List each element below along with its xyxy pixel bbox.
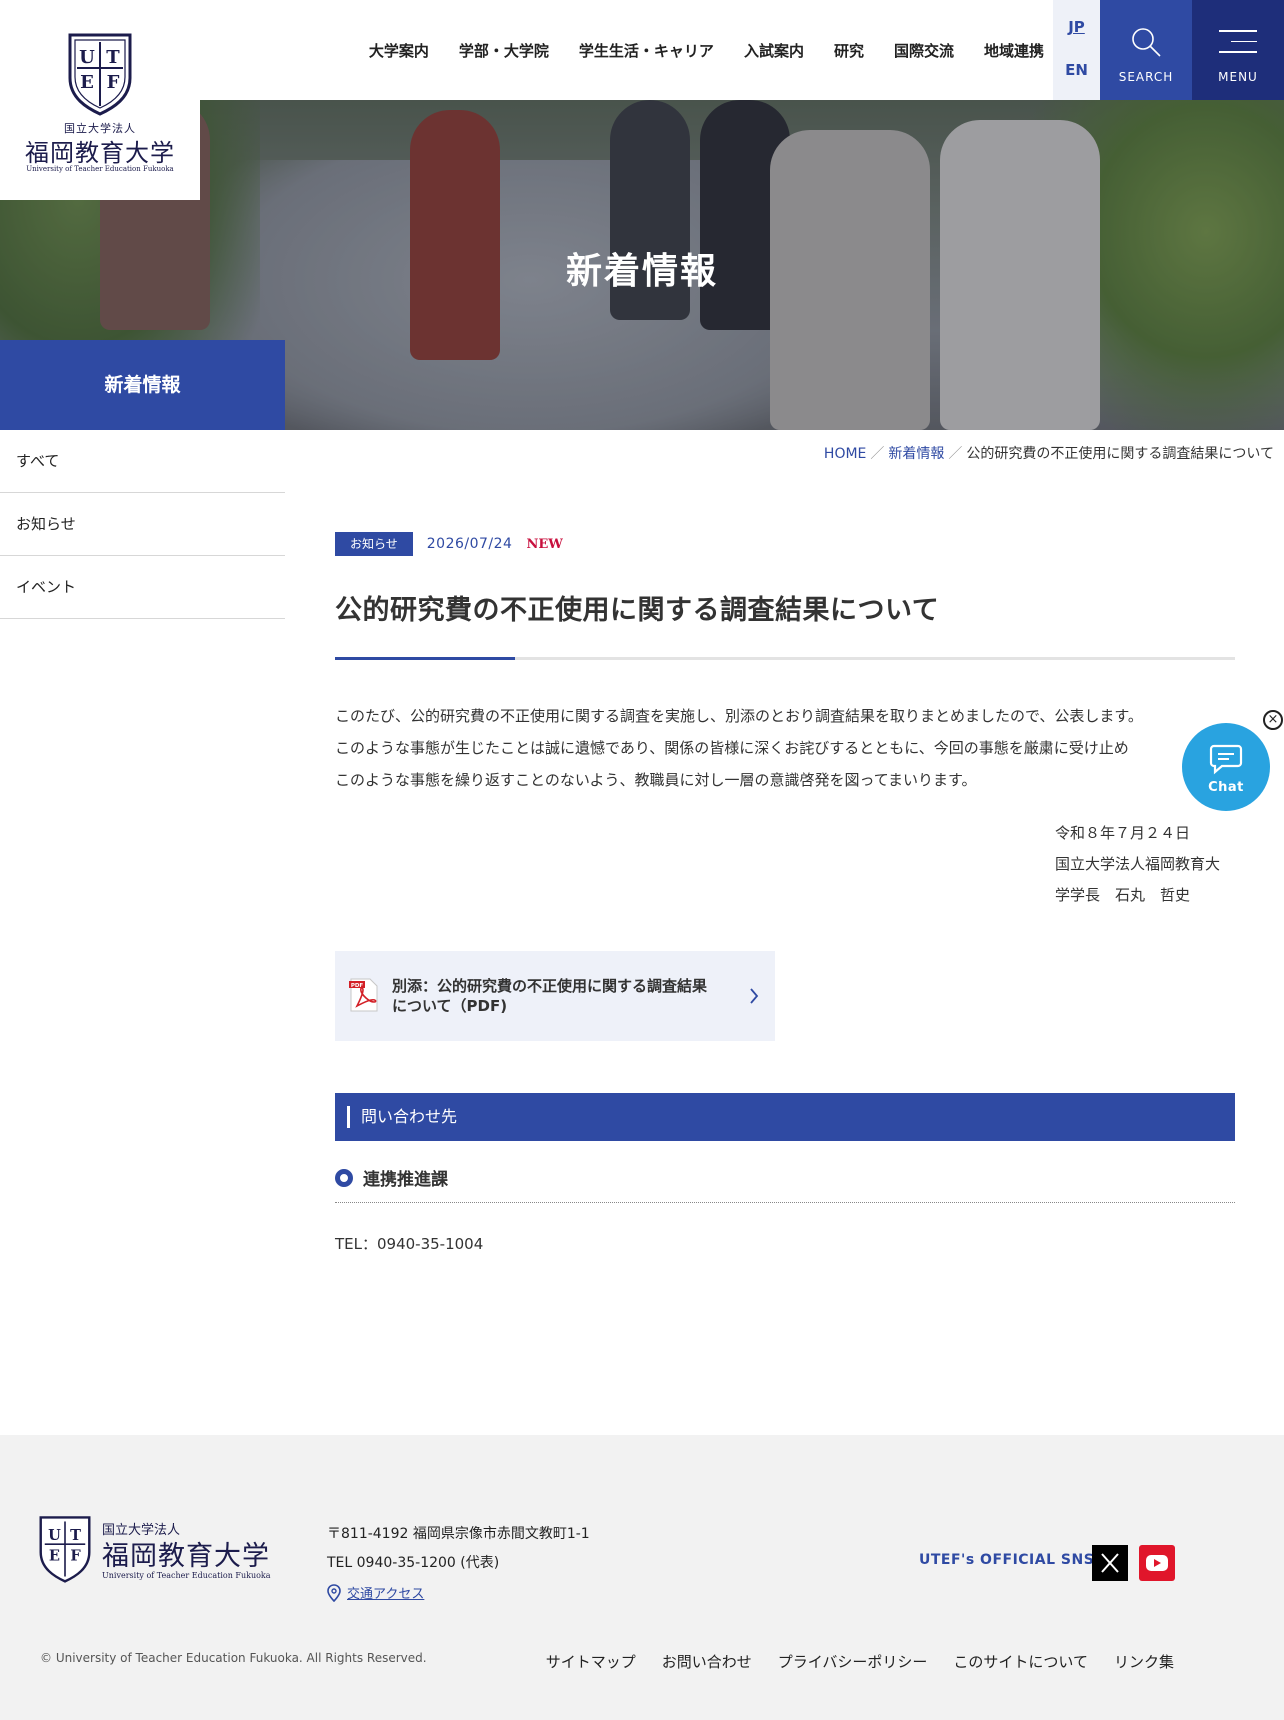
nav-admissions[interactable]: 入試案内 xyxy=(744,40,804,61)
search-button[interactable]: SEARCH xyxy=(1100,0,1192,100)
svg-text:U: U xyxy=(48,1527,61,1544)
svg-text:E: E xyxy=(49,1547,60,1564)
nav-community[interactable]: 地域連携 xyxy=(984,40,1044,61)
nav-about[interactable]: 大学案内 xyxy=(369,40,429,61)
article-title: 公的研究費の不正使用に関する調査結果について xyxy=(335,595,940,626)
access-link[interactable]: 交通アクセス xyxy=(327,1583,424,1602)
x-twitter-link[interactable] xyxy=(1092,1545,1128,1581)
department-name: 連携推進課 xyxy=(363,1170,448,1190)
footer-postal-address: 〒811-4192 福岡県宗像市赤間文教町1-1 xyxy=(327,1526,590,1542)
contact-heading: 問い合わせ先 xyxy=(335,1093,1235,1141)
category-badge[interactable]: お知らせ xyxy=(335,532,413,556)
chat-close-button[interactable]: × xyxy=(1263,710,1283,730)
footer-logo-english-name: University of Teacher Education Fukuoka xyxy=(102,1571,271,1580)
breadcrumb: HOME ／新着情報／公的研究費の不正使用に関する調査結果について xyxy=(824,443,1274,463)
chevron-right-icon xyxy=(750,988,759,1004)
svg-text:F: F xyxy=(107,72,120,93)
map-pin-icon xyxy=(327,1583,341,1602)
university-crest-icon: U T E F xyxy=(39,1516,91,1583)
chat-label: Chat xyxy=(1208,780,1244,795)
chat-bubble-icon xyxy=(1209,744,1243,775)
svg-text:E: E xyxy=(80,72,94,93)
svg-text:T: T xyxy=(70,1527,81,1544)
nav-research[interactable]: 研究 xyxy=(834,40,864,61)
footer-link-contact[interactable]: お問い合わせ xyxy=(662,1651,752,1672)
menu-label: MENU xyxy=(1218,70,1258,84)
footer-link-links[interactable]: リンク集 xyxy=(1114,1651,1174,1672)
pdf-label-line: について（PDF) xyxy=(392,997,508,1015)
logo-name: 福岡教育大学 xyxy=(25,139,175,167)
svg-text:U: U xyxy=(79,47,95,68)
footer-link-privacy[interactable]: プライバシーポリシー xyxy=(778,1651,928,1672)
hamburger-icon xyxy=(1219,30,1257,62)
contact-department: 連携推進課 xyxy=(335,1163,1235,1203)
new-badge: NEW xyxy=(526,536,563,552)
pdf-icon: PDF xyxy=(349,978,378,1012)
youtube-logo-icon xyxy=(1146,1555,1168,1571)
nav-faculties[interactable]: 学部・大学院 xyxy=(459,40,549,61)
university-crest-icon: U T E F xyxy=(68,33,132,116)
lang-jp-link[interactable]: JP xyxy=(1053,18,1100,36)
signature-date: 令和８年７月２４日 xyxy=(1055,824,1191,842)
access-link-label: 交通アクセス xyxy=(347,1587,425,1602)
sidebar-item-all[interactable]: すべて xyxy=(0,430,285,493)
breadcrumb-separator: ／ xyxy=(870,446,885,462)
language-switcher: JP EN xyxy=(1053,0,1100,100)
search-label: SEARCH xyxy=(1118,70,1174,84)
nav-international[interactable]: 国際交流 xyxy=(894,40,954,61)
page-title: 新着情報 xyxy=(565,251,718,292)
contact-tel: TEL：0940-35-1004 xyxy=(335,1235,484,1253)
signature-name: 学学長 石丸 哲史 xyxy=(1055,886,1191,904)
svg-text:F: F xyxy=(70,1547,81,1564)
sidebar-nav: すべて お知らせ イベント xyxy=(0,430,285,619)
site-footer: U T E F 国立大学法人 福岡教育大学 University of Teac… xyxy=(0,1435,1284,1720)
menu-button[interactable]: MENU xyxy=(1192,0,1284,100)
breadcrumb-news[interactable]: 新着情報 xyxy=(888,446,944,462)
footer-links: サイトマップ お問い合わせ プライバシーポリシー このサイトについて リンク集 xyxy=(546,1651,1174,1672)
circle-bullet-icon xyxy=(335,1168,353,1187)
article-paragraph: このような事態を繰り返すことのないよう、教職員に対し一層の意識啓発を図ってまいり… xyxy=(335,771,977,789)
article-meta: お知らせ 2026/07/24 NEW xyxy=(335,530,1235,558)
sidebar-item-notices[interactable]: お知らせ xyxy=(0,493,285,556)
svg-text:T: T xyxy=(106,47,120,68)
pdf-attachment-link[interactable]: PDF 別添：公的研究費の不正使用に関する調査結果 について（PDF) xyxy=(335,951,775,1041)
signature-org: 国立大学法人福岡教育大 xyxy=(1055,855,1221,873)
article-date: 2026/07/24 xyxy=(426,536,513,552)
search-icon xyxy=(1132,28,1161,57)
signature-block: 令和８年７月２４日 国立大学法人福岡教育大 学学長 石丸 哲史 xyxy=(1055,818,1235,911)
footer-link-about-site[interactable]: このサイトについて xyxy=(953,1651,1088,1672)
youtube-link[interactable] xyxy=(1139,1545,1175,1581)
sns-label: UTEF's OFFICIAL SNS xyxy=(919,1552,1095,1568)
site-header: U T E F 国立大学法人 福岡教育大学 University of Teac… xyxy=(0,0,1284,200)
global-nav: 大学案内 学部・大学院 学生生活・キャリア 入試案内 研究 国際交流 地域連携 xyxy=(369,0,1044,100)
x-logo-icon xyxy=(1101,1553,1119,1573)
sidebar-item-events[interactable]: イベント xyxy=(0,556,285,619)
title-divider xyxy=(335,657,1235,660)
site-logo[interactable]: U T E F 国立大学法人 福岡教育大学 University of Teac… xyxy=(0,0,200,200)
footer-logo-name: 福岡教育大学 xyxy=(102,1541,270,1572)
lang-en-link[interactable]: EN xyxy=(1053,61,1100,79)
chat-button[interactable]: Chat xyxy=(1182,723,1270,811)
footer-tel: TEL 0940-35-1200 (代表) xyxy=(327,1555,500,1571)
nav-student-life[interactable]: 学生生活・キャリア xyxy=(579,40,714,61)
breadcrumb-home[interactable]: HOME xyxy=(824,446,866,462)
breadcrumb-current: 公的研究費の不正使用に関する調査結果について xyxy=(966,446,1274,462)
article-paragraph: このたび、公的研究費の不正使用に関する調査を実施し、別添のとおり調査結果を取りま… xyxy=(335,707,1143,725)
article: お知らせ 2026/07/24 NEW 公的研究費の不正使用に関する調査結果につ… xyxy=(335,530,1235,1254)
footer-address: 〒811-4192 福岡県宗像市赤間文教町1-1 TEL 0940-35-120… xyxy=(327,1520,590,1578)
pdf-attachment-label: 別添：公的研究費の不正使用に関する調査結果 について（PDF) xyxy=(392,976,732,1016)
pdf-label-line: 別添：公的研究費の不正使用に関する調査結果 xyxy=(392,977,708,995)
article-paragraph: このような事態が生じたことは誠に遺憾であり、関係の皆様に深くお詫びするとともに、… xyxy=(335,739,1129,757)
article-body: このたび、公的研究費の不正使用に関する調査を実施し、別添のとおり調査結果を取りま… xyxy=(335,700,1235,796)
footer-link-sitemap[interactable]: サイトマップ xyxy=(546,1651,636,1672)
sidebar-heading: 新着情報 xyxy=(0,340,285,430)
copyright: © University of Teacher Education Fukuok… xyxy=(40,1651,427,1665)
logo-english-name: University of Teacher Education Fukuoka xyxy=(26,165,174,173)
breadcrumb-separator: ／ xyxy=(948,446,963,462)
